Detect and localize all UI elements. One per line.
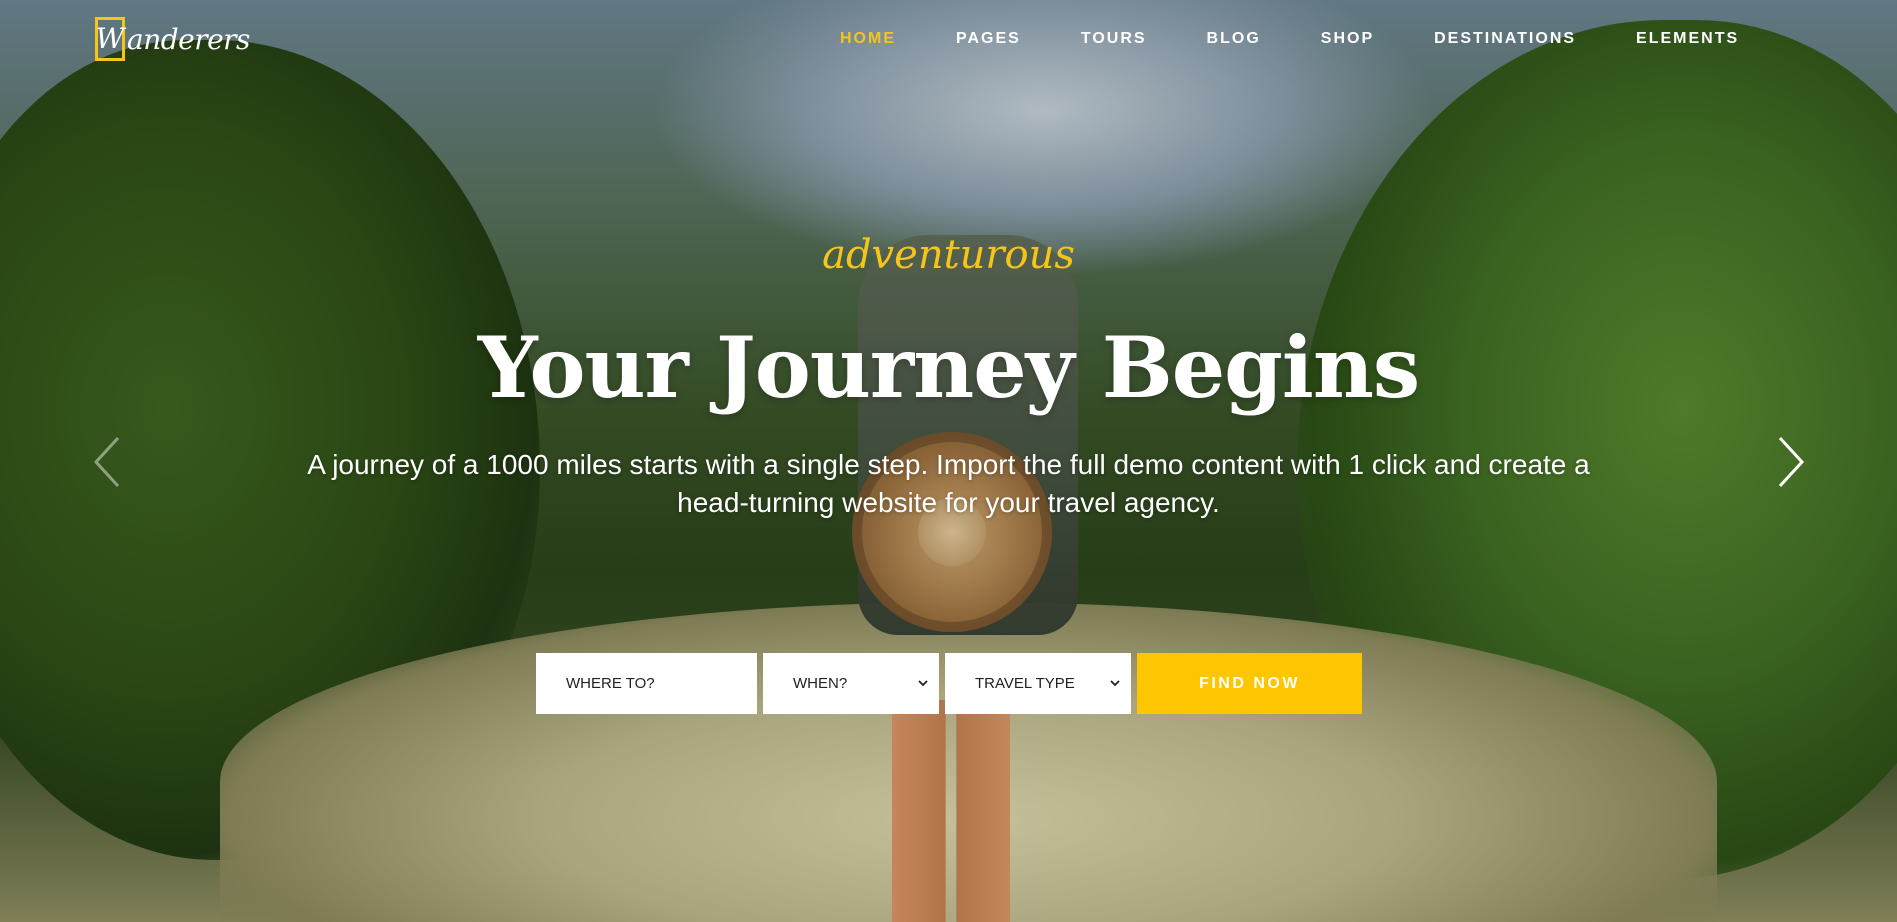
chevron-right-icon: [1778, 436, 1805, 488]
nav-item-home[interactable]: HOME: [840, 30, 896, 48]
nav-item-destinations[interactable]: DESTINATIONS: [1434, 30, 1576, 48]
main-nav: HOME PAGES TOURS BLOG SHOP DESTINATIONS …: [840, 30, 1799, 48]
travel-type-select[interactable]: TRAVEL TYPE: [945, 653, 1131, 714]
nav-item-tours[interactable]: TOURS: [1081, 30, 1147, 48]
slider-prev-button[interactable]: [88, 432, 128, 492]
when-select-label: WHEN?: [793, 675, 848, 692]
nav-item-blog[interactable]: BLOG: [1207, 30, 1261, 48]
slider-next-button[interactable]: [1770, 432, 1810, 492]
chevron-left-icon: [93, 436, 120, 488]
hero-script-tag: adventurous: [822, 232, 1075, 278]
nav-item-pages[interactable]: PAGES: [956, 30, 1021, 48]
hero-subtext: A journey of a 1000 miles starts with a …: [307, 449, 1590, 518]
travel-type-select-label: TRAVEL TYPE: [975, 675, 1075, 692]
site-logo[interactable]: W anderers: [95, 14, 250, 64]
logo-text: anderers: [127, 22, 250, 56]
find-now-button[interactable]: FIND NOW: [1137, 653, 1362, 714]
nav-item-elements[interactable]: ELEMENTS: [1636, 30, 1739, 48]
chevron-down-icon: [918, 680, 928, 687]
chevron-down-icon: [1110, 680, 1120, 687]
logo-initial: W: [95, 17, 125, 61]
nav-item-shop[interactable]: SHOP: [1321, 30, 1374, 48]
when-select[interactable]: WHEN?: [763, 653, 939, 714]
where-to-field[interactable]: [536, 653, 757, 714]
where-to-input[interactable]: [566, 675, 727, 692]
hero-headline: Your Journey Begins: [477, 318, 1420, 417]
traveler-legs: [892, 700, 1010, 922]
tour-search-form: WHEN? TRAVEL TYPE FIND NOW: [536, 653, 1362, 714]
